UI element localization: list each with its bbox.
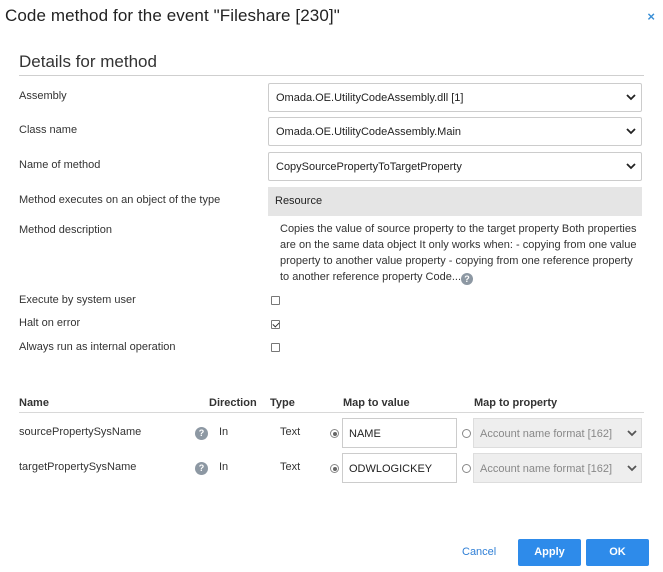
map-to-value-text: NAME — [349, 428, 381, 440]
close-icon[interactable]: × — [647, 9, 655, 24]
cancel-button[interactable]: Cancel — [462, 546, 496, 558]
ok-button[interactable]: OK — [586, 539, 649, 566]
column-header-direction: Direction — [209, 397, 257, 409]
param-direction: In — [219, 461, 229, 473]
param-name: targetPropertySysName — [19, 461, 137, 473]
halt-on-error-checkbox[interactable] — [271, 320, 280, 329]
class-name-select[interactable]: Omada.OE.UtilityCodeAssembly.Main — [268, 117, 642, 146]
column-header-map-to-value: Map to value — [343, 397, 410, 409]
assembly-select[interactable]: Omada.OE.UtilityCodeAssembly.dll [1] — [268, 83, 642, 112]
map-to-property-select[interactable]: Account name format [162] — [473, 453, 642, 483]
method-description-label: Method description — [19, 224, 112, 236]
map-to-value-input[interactable]: NAME — [342, 418, 457, 448]
map-to-value-radio[interactable] — [330, 464, 339, 473]
object-type-readonly: Resource — [268, 187, 642, 216]
param-type: Text — [280, 426, 301, 438]
section-title: Details for method — [19, 52, 157, 71]
apply-button[interactable]: Apply — [518, 539, 581, 566]
chevron-down-icon — [627, 430, 637, 437]
method-description-text: Copies the value of source property to t… — [280, 223, 637, 283]
help-icon[interactable]: ? — [195, 462, 208, 475]
internal-operation-label: Always run as internal operation — [19, 341, 176, 353]
column-header-name: Name — [19, 397, 49, 409]
system-user-label: Execute by system user — [19, 294, 136, 306]
method-description: Copies the value of source property to t… — [280, 221, 640, 285]
dialog-title: Code method for the event "Fileshare [23… — [5, 6, 340, 25]
halt-on-error-label: Halt on error — [19, 317, 81, 329]
chevron-down-icon — [626, 128, 636, 135]
method-name-select[interactable]: CopySourcePropertyToTargetProperty — [268, 152, 642, 181]
assembly-select-value: Omada.OE.UtilityCodeAssembly.dll [1] — [276, 92, 464, 104]
internal-operation-checkbox[interactable] — [271, 343, 280, 352]
map-to-value-input[interactable]: ODWLOGICKEY — [342, 453, 457, 483]
section-divider — [19, 75, 644, 76]
column-header-type: Type — [270, 397, 295, 409]
class-name-select-value: Omada.OE.UtilityCodeAssembly.Main — [276, 126, 462, 138]
chevron-down-icon — [626, 163, 636, 170]
system-user-checkbox[interactable] — [271, 296, 280, 305]
param-direction: In — [219, 426, 229, 438]
map-to-value-radio[interactable] — [330, 429, 339, 438]
column-header-map-to-property: Map to property — [474, 397, 558, 409]
object-type-label: Method executes on an object of the type — [19, 194, 221, 206]
assembly-label: Assembly — [19, 90, 67, 102]
map-to-value-text: ODWLOGICKEY — [349, 463, 433, 475]
chevron-down-icon — [626, 94, 636, 101]
class-name-label: Class name — [19, 124, 78, 136]
table-header-divider — [19, 412, 644, 413]
map-to-property-radio[interactable] — [462, 464, 471, 473]
map-to-property-value: Account name format [162] — [480, 463, 613, 475]
map-to-property-value: Account name format [162] — [480, 428, 613, 440]
help-icon[interactable]: ? — [195, 427, 208, 440]
param-type: Text — [280, 461, 301, 473]
map-to-property-select[interactable]: Account name format [162] — [473, 418, 642, 448]
method-name-select-value: CopySourcePropertyToTargetProperty — [276, 161, 462, 173]
method-name-label: Name of method — [19, 159, 101, 171]
map-to-property-radio[interactable] — [462, 429, 471, 438]
param-name: sourcePropertySysName — [19, 426, 142, 438]
chevron-down-icon — [627, 465, 637, 472]
object-type-value: Resource — [275, 195, 323, 207]
help-icon[interactable]: ? — [461, 273, 473, 285]
